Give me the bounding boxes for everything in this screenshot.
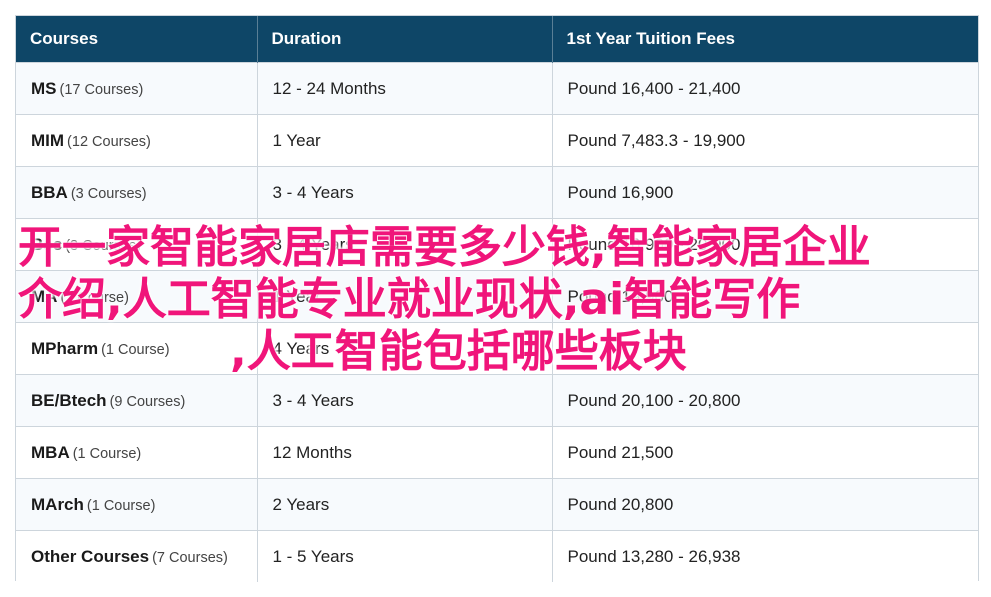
duration-cell: 12 - 24 Months — [257, 62, 553, 115]
table-row: MArch (1 Course) 2 Years Pound 20,800 — [16, 478, 978, 531]
duration-cell: 1 Year — [257, 114, 553, 167]
course-cell: Bsc (3 Courses) — [16, 218, 258, 271]
course-name[interactable]: MArch — [31, 495, 84, 514]
course-cell: BE/Btech (9 Courses) — [16, 374, 258, 427]
fees-cell: Pound 7,483.3 - 19,900 — [552, 114, 978, 167]
duration-cell: 2 Years — [257, 478, 553, 531]
course-count: (12 Courses) — [67, 133, 151, 150]
fees-cell: Pound 20,800 — [552, 478, 978, 531]
duration-cell: 12 Months — [257, 426, 553, 479]
fees-cell: Pound 16,900 — [552, 166, 978, 219]
table-row: MBA (1 Course) 12 Months Pound 21,500 — [16, 426, 978, 479]
course-count: (17 Courses) — [59, 81, 144, 98]
course-cell: MArch (1 Course) — [16, 478, 258, 531]
duration-cell: 1 Year — [257, 270, 553, 323]
table-row: Bsc (3 Courses) 3 - 4 Years Pound 16,900 - … — [16, 218, 978, 271]
course-name[interactable]: MIM — [31, 131, 64, 150]
fees-cell: Pound 16,900 - 20,900 — [552, 218, 978, 271]
course-name[interactable]: Bsc — [31, 235, 62, 254]
fees-cell: Pound 19,900 — [552, 270, 978, 323]
course-cell: Other Courses (7 Courses) — [16, 530, 258, 582]
course-cell: MS (17 Courses) — [16, 62, 258, 115]
course-name[interactable]: MBA — [31, 443, 70, 462]
course-name[interactable]: Other Courses — [31, 547, 149, 566]
table-row: BE/Btech (9 Courses) 3 - 4 Years Pound 20,1… — [16, 374, 978, 427]
duration-cell: 1 - 5 Years — [257, 530, 553, 582]
table-row: MS (17 Courses) 12 - 24 Months Pound 16,400… — [16, 62, 978, 115]
fees-cell: Pound 20,100 - 20,800 — [552, 374, 978, 427]
fees-cell: Pound 13,280 - 26,938 — [552, 530, 978, 582]
header-courses: Courses — [16, 16, 258, 63]
fees-cell: Pound 21,500 — [552, 426, 978, 479]
course-cell: BBA (3 Courses) — [16, 166, 258, 219]
duration-cell: 3 - 4 Years — [257, 166, 553, 219]
course-count: (1 Course) — [86, 497, 156, 514]
table-row: Other Courses (7 Courses) 1 - 5 Years Pound… — [16, 530, 978, 582]
header-duration: Duration — [257, 16, 553, 63]
course-count: (1 Course) — [60, 289, 129, 306]
course-name[interactable]: BBA — [31, 183, 68, 202]
duration-cell: 4 Years — [257, 322, 553, 375]
table-header-row: Courses Duration 1st Year Tuition Fees — [16, 16, 978, 63]
courses-table-container: Courses Duration 1st Year Tuition Fees M… — [15, 15, 979, 582]
duration-cell: 3 - 4 Years — [257, 374, 553, 427]
courses-table: Courses Duration 1st Year Tuition Fees M… — [16, 16, 978, 582]
table-row: MA (1 Course) 1 Year Pound 19,900 — [16, 270, 978, 323]
table-row: BBA (3 Courses) 3 - 4 Years Pound 16,900 — [16, 166, 978, 219]
course-cell: MPharm (1 Course) — [16, 322, 258, 375]
course-cell: MBA (1 Course) — [16, 426, 258, 479]
table-row: MPharm (1 Course) 4 Years — [16, 322, 978, 375]
course-count: (3 Courses) — [70, 185, 147, 202]
course-count: (3 Courses) — [65, 237, 141, 254]
course-name[interactable]: MS — [31, 79, 57, 98]
table-row: MIM (12 Courses) 1 Year Pound 7,483.3 - 19,… — [16, 114, 978, 167]
course-cell: MIM (12 Courses) — [16, 114, 258, 167]
course-count: (7 Courses) — [152, 549, 228, 566]
fees-cell — [552, 322, 978, 375]
header-fees: 1st Year Tuition Fees — [552, 16, 978, 63]
course-count: (9 Courses) — [109, 393, 186, 410]
duration-cell: 3 - 4 Years — [257, 218, 553, 271]
course-name[interactable]: MA — [31, 287, 57, 306]
fees-cell: Pound 16,400 - 21,400 — [552, 62, 978, 115]
course-name[interactable]: MPharm — [31, 339, 98, 358]
course-cell: MA (1 Course) — [16, 270, 258, 323]
course-count: (1 Course) — [72, 445, 142, 462]
course-name[interactable]: BE/Btech — [31, 391, 107, 410]
course-count: (1 Course) — [101, 341, 170, 358]
